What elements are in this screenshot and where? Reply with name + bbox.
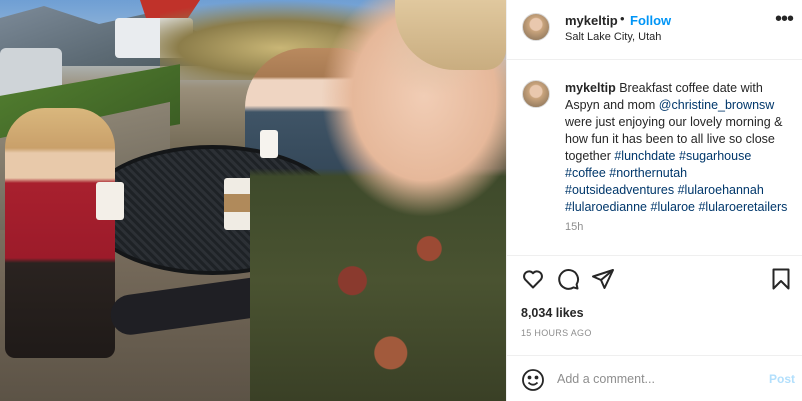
hashtag[interactable]: #outsideadventures — [565, 183, 674, 197]
hashtag[interactable]: #lunchdate — [614, 149, 675, 163]
comment-bubble-icon[interactable] — [556, 267, 582, 293]
heart-icon[interactable] — [521, 267, 547, 293]
smiley-icon[interactable] — [521, 368, 545, 392]
hashtag[interactable]: #lularoehannah — [678, 183, 764, 197]
caption-avatar[interactable] — [522, 80, 550, 108]
caption-section: mykeltip Breakfast coffee date with Aspy… — [507, 60, 802, 255]
post-header: mykeltip • Follow Salt Lake City, Utah •… — [507, 0, 802, 60]
caption-username[interactable]: mykeltip — [565, 81, 616, 95]
caption-mention[interactable]: @christine_brownsw — [659, 98, 775, 112]
more-horizontal-icon[interactable]: ••• — [775, 9, 794, 29]
hashtag[interactable]: #coffee — [565, 166, 606, 180]
hashtag[interactable]: #sugarhouse — [679, 149, 751, 163]
caption-text: mykeltip Breakfast coffee date with Aspy… — [565, 80, 795, 216]
likes-count[interactable]: 8,034 likes — [521, 306, 584, 320]
avatar[interactable] — [522, 13, 550, 41]
paper-plane-icon[interactable] — [591, 267, 617, 293]
photo-person-left — [5, 108, 115, 358]
hashtag[interactable]: #lularoe — [651, 200, 695, 214]
hashtag[interactable]: #lularoedianne — [565, 200, 647, 214]
comment-input[interactable] — [557, 368, 757, 390]
post-timestamp[interactable]: 15 HOURS AGO — [521, 328, 592, 338]
caption-time: 15h — [565, 221, 584, 233]
header-separator: • — [620, 11, 625, 26]
action-bar — [507, 255, 802, 305]
post-side-panel: mykeltip • Follow Salt Lake City, Utah •… — [506, 0, 802, 401]
post-photo[interactable] — [0, 0, 506, 401]
photo-cup — [96, 182, 124, 220]
header-username[interactable]: mykeltip — [565, 13, 618, 28]
post-comment-button[interactable]: Post — [769, 372, 795, 386]
comment-bar: Post — [507, 355, 802, 401]
location-link[interactable]: Salt Lake City, Utah — [565, 31, 661, 43]
hashtag[interactable]: #lularoeretailers — [698, 200, 787, 214]
hashtag[interactable]: #northernutah — [609, 166, 687, 180]
bookmark-icon[interactable] — [769, 267, 795, 293]
follow-button[interactable]: Follow — [630, 13, 671, 28]
